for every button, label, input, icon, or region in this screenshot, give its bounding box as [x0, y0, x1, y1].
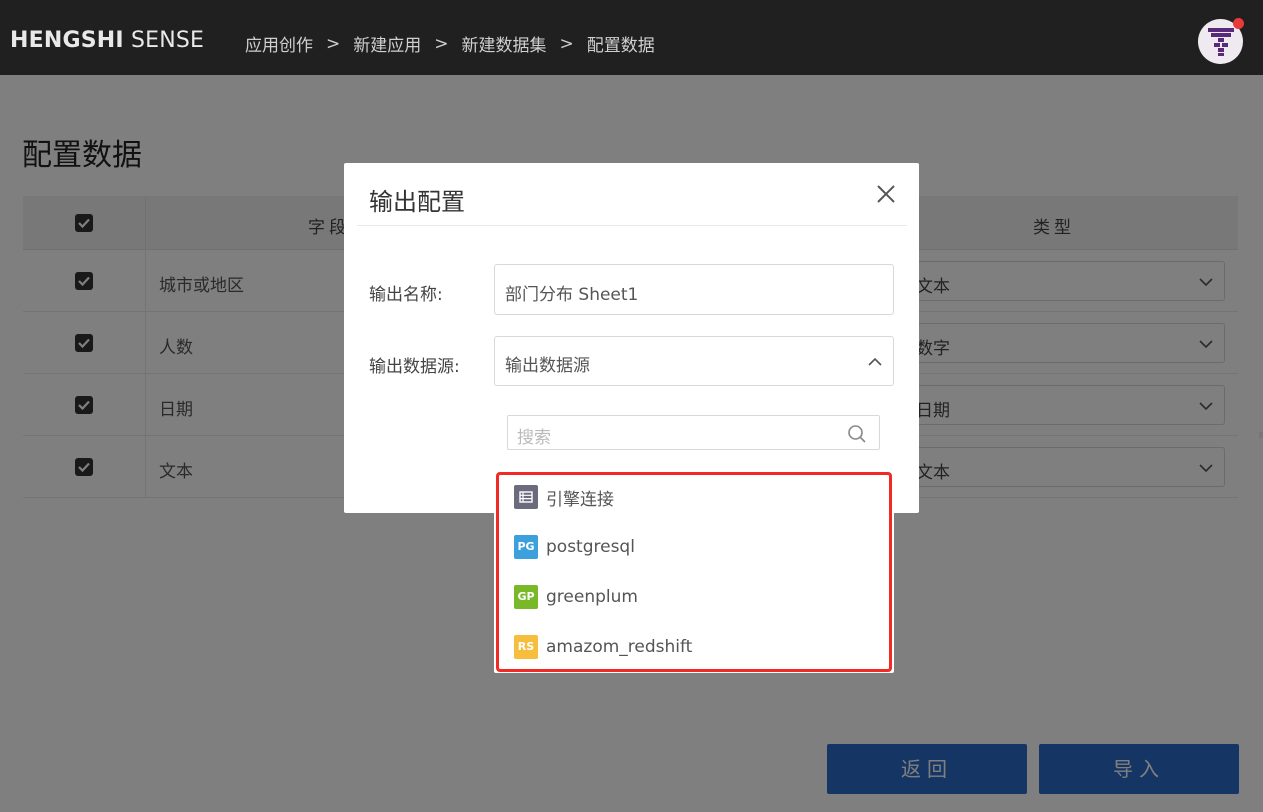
breadcrumb-separator: >	[559, 33, 574, 54]
modal-divider	[357, 225, 907, 226]
output-name-label: 输出名称:	[369, 285, 443, 305]
dropdown-item-redshift[interactable]: RS amazom_redshift	[514, 635, 692, 659]
database-icon	[514, 485, 538, 509]
output-source-label: 输出数据源:	[369, 357, 460, 377]
avatar-logo-icon	[1208, 28, 1234, 56]
output-source-dropdown: 搜索 引擎连接 PG postgresql GP greenplum RS am…	[494, 391, 894, 673]
dropdown-item-label: postgresql	[546, 537, 635, 557]
breadcrumb-item-config-data: 配置数据	[586, 36, 655, 56]
search-icon	[848, 425, 866, 443]
breadcrumb-separator: >	[326, 33, 341, 54]
notification-dot	[1233, 18, 1244, 29]
output-name-value: 部门分布 Sheet1	[505, 285, 639, 305]
dropdown-item-label: 引擎连接	[546, 489, 614, 510]
breadcrumb-separator: >	[434, 33, 449, 54]
scroll-edge-marker	[1259, 432, 1263, 438]
dropdown-item-postgresql[interactable]: PG postgresql	[514, 535, 635, 559]
chevron-up-icon	[868, 357, 882, 366]
modal-title: 输出配置	[369, 188, 465, 216]
dropdown-item-greenplum[interactable]: GP greenplum	[514, 585, 638, 609]
brand-logo[interactable]: HENGSHI SENSE	[10, 28, 204, 53]
output-name-input[interactable]: 部门分布 Sheet1	[494, 264, 894, 315]
breadcrumb-item-new-app[interactable]: 新建应用	[353, 31, 421, 56]
output-source-select[interactable]: 输出数据源	[494, 336, 894, 386]
close-icon[interactable]	[875, 183, 897, 205]
breadcrumb-item-app-create[interactable]: 应用创作	[245, 31, 313, 56]
search-placeholder: 搜索	[517, 428, 551, 448]
top-bar: HENGSHI SENSE 应用创作 > 新建应用 > 新建数据集 > 配置数据	[0, 0, 1263, 75]
output-source-placeholder: 输出数据源	[505, 356, 590, 376]
greenplum-icon: GP	[514, 585, 538, 609]
dropdown-item-label: amazom_redshift	[546, 637, 693, 657]
breadcrumb: 应用创作 > 新建应用 > 新建数据集 > 配置数据	[245, 31, 655, 57]
breadcrumb-item-new-dataset[interactable]: 新建数据集	[462, 31, 547, 56]
brand-bold: HENGSHI	[10, 28, 124, 53]
postgresql-icon: PG	[514, 535, 538, 559]
dropdown-item-label: greenplum	[546, 587, 638, 607]
dropdown-item-engine[interactable]: 引擎连接	[514, 485, 614, 510]
brand-light: SENSE	[130, 28, 205, 53]
dropdown-search-input[interactable]: 搜索	[507, 415, 880, 450]
redshift-icon: RS	[514, 635, 538, 659]
